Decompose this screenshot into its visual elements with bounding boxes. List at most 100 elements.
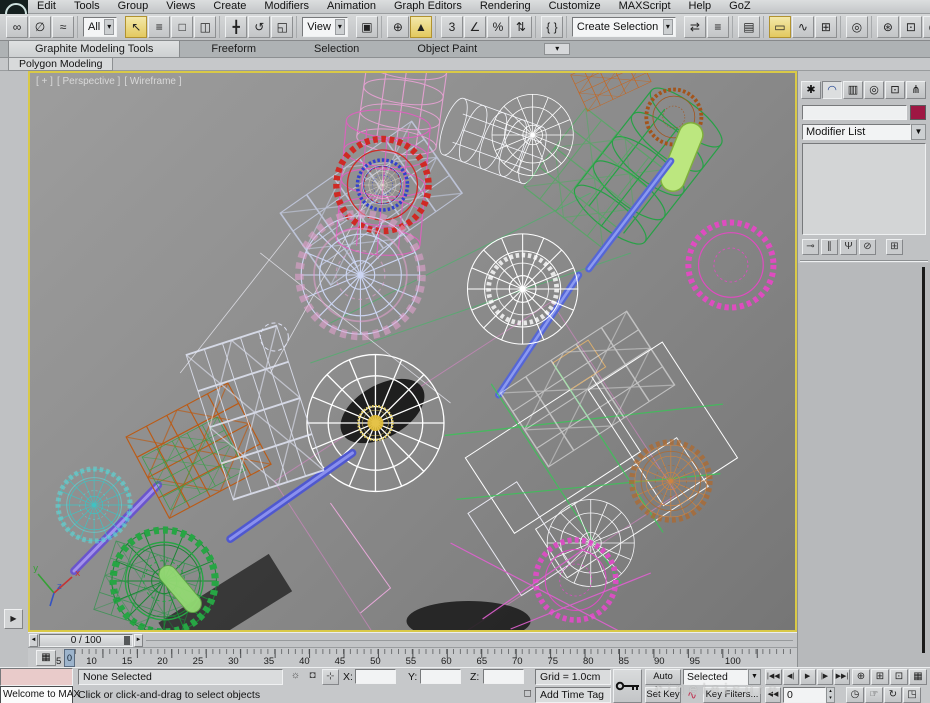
add-time-tag-button[interactable]: Add Time Tag: [535, 687, 611, 703]
bind-to-space-warp-icon[interactable]: ≈: [52, 16, 74, 38]
menu-create[interactable]: Create: [204, 0, 255, 13]
maximize-viewport-toggle-icon[interactable]: ◳: [903, 687, 921, 703]
rectangular-selection-region-icon[interactable]: □: [171, 16, 193, 38]
right-panel-scrollbar[interactable]: [922, 267, 925, 653]
application-button[interactable]: [0, 0, 28, 14]
x-coordinate-field[interactable]: [355, 669, 396, 684]
menu-goz[interactable]: GoZ: [720, 0, 759, 13]
previous-frame-button[interactable]: ◀|: [783, 669, 799, 685]
orbit-icon[interactable]: ↻: [884, 687, 902, 703]
chevron-down-icon[interactable]: ▼: [911, 124, 926, 140]
menu-tools[interactable]: Tools: [65, 0, 109, 13]
track-bar-frame-handle[interactable]: 0: [64, 649, 75, 667]
selection-filter-dropdown[interactable]: All ▾: [83, 17, 117, 37]
viewport-menu-general[interactable]: [ + ]: [36, 76, 53, 87]
z-coordinate-field[interactable]: [483, 669, 524, 684]
panel-tab-create[interactable]: ✱: [801, 81, 821, 99]
y-coordinate-field[interactable]: [420, 669, 461, 684]
curve-editor-icon[interactable]: ∿: [792, 16, 814, 38]
set-key-button[interactable]: Set Key: [645, 687, 681, 703]
align-icon[interactable]: ≡: [707, 16, 729, 38]
zoom-icon[interactable]: ⊕: [852, 669, 870, 685]
track-bar[interactable]: ▦ 51015202530354045505560657075808590951…: [28, 647, 797, 667]
select-by-name-icon[interactable]: ≡: [148, 16, 170, 38]
make-unique-button[interactable]: Ψ: [840, 239, 857, 255]
window-crossing-toggle-icon[interactable]: ◫: [194, 16, 216, 38]
time-slider-prev-button[interactable]: ◄: [29, 634, 38, 647]
menu-views[interactable]: Views: [157, 0, 204, 13]
edit-named-selection-sets-icon[interactable]: { }: [541, 16, 563, 38]
ribbon-tab-object-paint[interactable]: Object Paint: [390, 40, 504, 57]
panel-tab-modify[interactable]: ◠: [822, 81, 842, 99]
time-slider-next-button[interactable]: ►: [134, 634, 143, 647]
modifier-list-dropdown[interactable]: Modifier List: [802, 124, 911, 140]
render-production-icon[interactable]: ◉: [923, 16, 930, 38]
graphite-ribbon-toggle-icon[interactable]: ▭: [769, 16, 791, 38]
rendered-frame-window-icon[interactable]: ⊡: [900, 16, 922, 38]
current-frame-field[interactable]: 0 ▴▾: [783, 687, 835, 703]
panel-tab-utilities[interactable]: ⋔: [906, 81, 926, 99]
macro-recorder-line[interactable]: [0, 668, 73, 686]
menu-help[interactable]: Help: [680, 0, 721, 13]
configure-modifier-sets-button[interactable]: ⊞: [886, 239, 903, 255]
modifier-stack-list[interactable]: [802, 143, 926, 235]
keyboard-shortcut-override-icon[interactable]: ▲: [410, 16, 432, 38]
menu-maxscript[interactable]: MAXScript: [610, 0, 680, 13]
angle-snap-icon[interactable]: ∠: [464, 16, 486, 38]
show-end-result-button[interactable]: ∥: [821, 239, 838, 255]
open-mini-curve-editor-button[interactable]: ▦: [36, 650, 56, 666]
spinner-snap-icon[interactable]: ⇅: [510, 16, 532, 38]
panel-tab-motion[interactable]: ◎: [864, 81, 884, 99]
viewport-menu-shading[interactable]: [ Wireframe ]: [124, 76, 181, 87]
panel-tab-display[interactable]: ⊡: [885, 81, 905, 99]
use-pivot-point-center-icon[interactable]: ▣: [356, 16, 378, 38]
time-slider-handle[interactable]: 0 / 100: [39, 634, 133, 647]
menu-graph-editors[interactable]: Graph Editors: [385, 0, 471, 13]
viewport-layout-flyout-button[interactable]: ▶: [4, 609, 23, 629]
zoom-all-icon[interactable]: ⊞: [871, 669, 889, 685]
default-tangent-icon[interactable]: ∿: [684, 687, 700, 703]
unlink-selection-icon[interactable]: ∅: [29, 16, 51, 38]
zoom-extents-all-icon[interactable]: ▦: [909, 669, 927, 685]
material-editor-icon[interactable]: ◎: [846, 16, 868, 38]
ribbon-options-dropdown[interactable]: ▾: [544, 43, 570, 55]
ribbon-tab-graphite[interactable]: Graphite Modeling Tools: [8, 40, 180, 57]
auto-key-button[interactable]: Auto Key: [645, 669, 681, 685]
select-and-manipulate-icon[interactable]: ⊕: [387, 16, 409, 38]
menu-modifiers[interactable]: Modifiers: [255, 0, 318, 13]
schematic-view-icon[interactable]: ⊞: [815, 16, 837, 38]
menu-rendering[interactable]: Rendering: [471, 0, 540, 13]
menu-edit[interactable]: Edit: [28, 0, 65, 13]
select-and-link-icon[interactable]: ∞: [6, 16, 28, 38]
time-configuration-icon[interactable]: ◷: [846, 687, 864, 703]
isolate-selection-icon[interactable]: ◻: [521, 687, 534, 703]
absolute-mode-toggle-icon[interactable]: ⊹: [322, 669, 339, 685]
play-button[interactable]: ▶: [800, 669, 816, 685]
named-selection-set-dropdown[interactable]: Create Selection Se ▾: [572, 17, 676, 37]
panel-tab-hierarchy[interactable]: ▥: [843, 81, 863, 99]
menu-animation[interactable]: Animation: [318, 0, 385, 13]
remove-modifier-button[interactable]: ⊘: [859, 239, 876, 255]
mirror-icon[interactable]: ⇄: [684, 16, 706, 38]
zoom-extents-icon[interactable]: ⊡: [890, 669, 908, 685]
render-setup-icon[interactable]: ⊛: [877, 16, 899, 38]
viewport-canvas[interactable]: [ + ][ Perspective ][ Wireframe ]: [28, 71, 797, 632]
ribbon-tab-freeform[interactable]: Freeform: [184, 40, 283, 57]
percent-snap-icon[interactable]: %: [487, 16, 509, 38]
reference-coordinate-system-dropdown[interactable]: View ▾: [302, 17, 348, 37]
pin-stack-button[interactable]: ⊸: [802, 239, 819, 255]
menu-customize[interactable]: Customize: [540, 0, 610, 13]
select-and-move-icon[interactable]: ╋: [225, 16, 247, 38]
object-color-swatch[interactable]: [910, 105, 926, 120]
object-name-field[interactable]: [802, 105, 907, 120]
layer-manager-icon[interactable]: ▤: [738, 16, 760, 38]
selection-lock-icon[interactable]: ◘: [305, 669, 320, 685]
selected-keys-dropdown[interactable]: Selected ▼: [683, 669, 761, 685]
maxscript-mini-listener[interactable]: Welcome to MAX: [0, 686, 73, 703]
select-and-rotate-icon[interactable]: ↺: [248, 16, 270, 38]
go-to-start-button[interactable]: |◀◀: [765, 669, 782, 685]
pan-view-icon[interactable]: ☞: [865, 687, 883, 703]
key-filters-button[interactable]: Key Filters...: [703, 687, 761, 703]
select-and-scale-icon[interactable]: ◱: [271, 16, 293, 38]
key-mode-toggle-icon[interactable]: ◀◀: [765, 687, 781, 703]
